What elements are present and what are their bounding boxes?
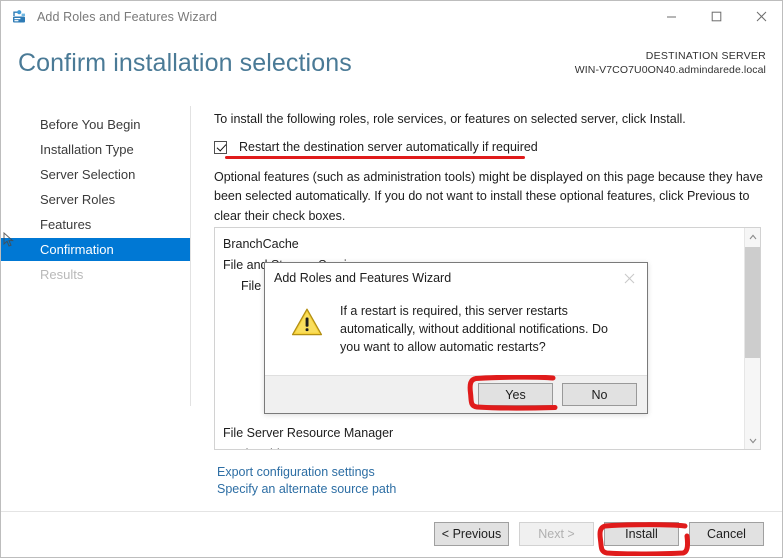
scroll-up-arrow-icon[interactable] (745, 228, 760, 245)
dialog-footer: Yes No (265, 375, 647, 413)
install-button[interactable]: Install (604, 522, 679, 546)
restart-red-underline-annotation (225, 156, 525, 159)
warning-triangle-icon (291, 307, 323, 337)
destination-server-name: WIN-V7CO7U0ON40.admindarede.local (574, 64, 766, 77)
list-item-partial: Work Folders (223, 444, 297, 449)
sidebar-item-features[interactable]: Features (1, 213, 190, 236)
wizard-nav-sidebar: Before You Begin Installation Type Serve… (1, 106, 190, 288)
title-bar: Add Roles and Features Wizard (1, 1, 782, 32)
sidebar-item-server-roles[interactable]: Server Roles (1, 188, 190, 211)
server-roles-icon (10, 8, 28, 26)
next-button: Next > (519, 522, 594, 546)
specify-alternate-source-path-link[interactable]: Specify an alternate source path (217, 481, 396, 498)
sidebar-divider (190, 106, 191, 406)
export-configuration-settings-link[interactable]: Export configuration settings (217, 464, 396, 481)
footer-button-group: < Previous Next > Install Cancel (434, 522, 764, 546)
sidebar-item-confirmation[interactable]: Confirmation (1, 238, 190, 261)
window-title: Add Roles and Features Wizard (37, 9, 218, 24)
sidebar-item-before-you-begin[interactable]: Before You Begin (1, 113, 190, 136)
intro-text: To install the following roles, role ser… (214, 112, 686, 126)
cancel-button[interactable]: Cancel (689, 522, 764, 546)
scrollbar-thumb[interactable] (745, 247, 760, 358)
dialog-title-bar: Add Roles and Features Wizard (265, 263, 647, 293)
restart-confirmation-dialog: Add Roles and Features Wizard If a resta… (264, 262, 648, 414)
restart-checkbox-label: Restart the destination server automatic… (239, 140, 538, 154)
listbox-scrollbar[interactable] (744, 228, 760, 449)
list-item: File Server Resource Manager (223, 426, 394, 440)
dialog-title: Add Roles and Features Wizard (274, 271, 452, 285)
minimize-button[interactable] (649, 1, 694, 32)
destination-server-block: DESTINATION SERVER WIN-V7CO7U0ON40.admin… (575, 49, 766, 77)
wizard-footer: < Previous Next > Install Cancel (1, 511, 782, 557)
scroll-down-arrow-icon[interactable] (745, 432, 760, 449)
sidebar-item-results: Results (40, 267, 84, 282)
destination-server-label: DESTINATION SERVER (645, 50, 766, 62)
main-content: To install the following roles, role ser… (206, 106, 772, 226)
dialog-body: If a restart is required, this server re… (265, 293, 647, 377)
restart-checkbox[interactable] (214, 140, 227, 154)
action-links: Export configuration settings Specify an… (217, 464, 396, 498)
dialog-close-icon[interactable] (615, 266, 643, 290)
dialog-no-button[interactable]: No (562, 383, 637, 406)
maximize-button[interactable] (694, 1, 739, 32)
optional-features-text: Optional features (such as administratio… (214, 170, 763, 223)
page-title: Confirm installation selections (18, 49, 352, 77)
window-controls (649, 1, 782, 32)
dialog-message: If a restart is required, this server re… (340, 304, 608, 354)
list-item: BranchCache (223, 237, 299, 251)
sidebar-item-server-selection[interactable]: Server Selection (1, 163, 190, 186)
previous-button[interactable]: < Previous (434, 522, 509, 546)
add-roles-wizard-window: Add Roles and Features Wizard Confirm in… (0, 0, 783, 558)
page-header: Confirm installation selections DESTINAT… (1, 32, 782, 99)
restart-checkbox-row[interactable]: Restart the destination server automatic… (214, 140, 772, 159)
dialog-yes-button[interactable]: Yes (478, 383, 553, 406)
sidebar-item-installation-type[interactable]: Installation Type (1, 138, 190, 161)
close-button[interactable] (739, 1, 782, 32)
